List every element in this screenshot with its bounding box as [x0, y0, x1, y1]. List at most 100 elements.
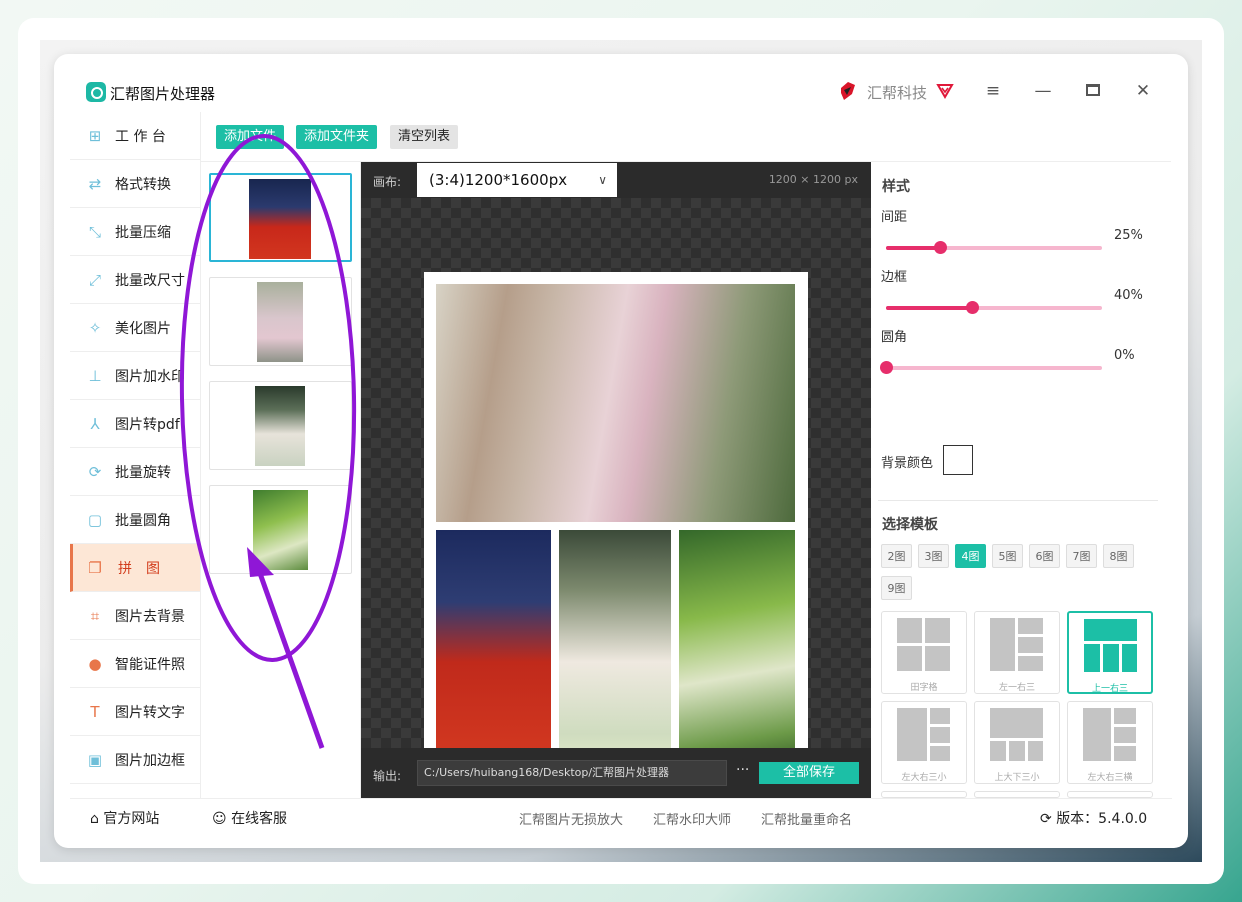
spacing-label: 间距 [881, 210, 908, 225]
home-icon: ⌂ [90, 811, 99, 827]
minimize-icon[interactable]: — [1032, 80, 1054, 102]
template-row3-b[interactable] [974, 791, 1060, 798]
sidebar-item-remove-bg[interactable]: ⌗ 图片去背景 [70, 592, 200, 640]
sidebar-item-compress[interactable]: ⤡ 批量压缩 [70, 208, 200, 256]
collage-photo-left[interactable] [436, 530, 551, 770]
collage-photo-right[interactable] [679, 530, 795, 770]
spacing-slider[interactable] [886, 241, 1102, 254]
template-grid[interactable]: 田字格 [881, 611, 967, 694]
sidebar-item-label: 图片转文字 [115, 704, 185, 721]
support-label: 在线客服 [231, 811, 288, 827]
corner-slider[interactable] [880, 361, 1102, 374]
border-slider-fill [886, 306, 973, 310]
footer-link-watermark[interactable]: 汇帮水印大师 [653, 809, 731, 828]
sidebar-item-label: 批量圆角 [115, 512, 171, 529]
version-info[interactable]: ⟳ 版本：5.4.0.0 [1040, 808, 1147, 828]
bg-color-swatch[interactable] [943, 445, 973, 475]
template-top1-right3[interactable]: 上一右三 [1067, 611, 1153, 694]
panel-divider [878, 500, 1158, 501]
list-item[interactable] [209, 277, 352, 366]
sidebar: ⊞ 工 作 台 ⇄ 格式转换 ⤡ 批量压缩 ⤢ 批量改尺寸 ✧ 美化图片 ⊥ 图片加水印 ⅄… [70, 112, 201, 798]
template-top-big-bottom3-small[interactable]: 上大下三小 [974, 701, 1060, 784]
rotate-icon: ⟳ [88, 463, 102, 481]
sidebar-item-rotate[interactable]: ⟳ 批量旋转 [70, 448, 200, 496]
count-9-button[interactable]: 9图 [881, 576, 912, 600]
template-name: 上大下三小 [994, 773, 1040, 783]
sidebar-item-frame[interactable]: ▣ 图片加边框 [70, 736, 200, 784]
title-bar: 汇帮图片处理器 汇帮科技 ≡ — ✕ [54, 54, 1188, 112]
template-left1-right3[interactable]: 左一右三 [974, 611, 1060, 694]
close-icon[interactable]: ✕ [1132, 80, 1154, 102]
vip-icon[interactable] [936, 81, 954, 99]
image-list [201, 162, 361, 798]
template-left-big-right3-small[interactable]: 左大右三小 [881, 701, 967, 784]
sidebar-item-watermark[interactable]: ⊥ 图片加水印 [70, 352, 200, 400]
template-name: 左大右三小 [901, 773, 947, 783]
sidebar-item-round-corner[interactable]: ▢ 批量圆角 [70, 496, 200, 544]
corner-slider-knob[interactable] [880, 361, 893, 374]
collage-photo-top[interactable] [436, 284, 795, 522]
sidebar-item-label: 图片转pdf [115, 416, 180, 433]
sidebar-item-resize[interactable]: ⤢ 批量改尺寸 [70, 256, 200, 304]
round-corner-icon: ▢ [87, 511, 103, 529]
count-2-button[interactable]: 2图 [881, 544, 912, 568]
sidebar-item-id-photo[interactable]: ● 智能证件照 [70, 640, 200, 688]
watermark-icon: ⊥ [88, 367, 102, 385]
template-name: 左一右三 [998, 683, 1035, 693]
count-8-button[interactable]: 8图 [1103, 544, 1134, 568]
output-path-field[interactable]: C:/Users/huibang168/Desktop/汇帮图片处理器 [417, 760, 727, 786]
maximize-icon[interactable] [1082, 80, 1104, 102]
template-row3-a[interactable] [881, 791, 967, 798]
sidebar-item-label: 图片加水印 [115, 368, 185, 385]
template-left-big-right3-horizontal[interactable]: 左大右三横 [1067, 701, 1153, 784]
canvas-size-select[interactable]: (3:4)1200*1600px ∨ [417, 163, 617, 197]
support-link[interactable]: ☺ 在线客服 [212, 808, 287, 828]
website-label: 官方网站 [103, 811, 160, 827]
sidebar-item-label: 格式转换 [115, 176, 171, 193]
add-folder-button[interactable]: 添加文件夹 [296, 125, 378, 149]
count-4-button[interactable]: 4图 [955, 544, 986, 568]
support-icon: ☺ [212, 811, 227, 827]
output-bar: 输出: C:/Users/huibang168/Desktop/汇帮图片处理器 … [361, 748, 871, 798]
sidebar-item-label: 批量压缩 [115, 224, 171, 241]
count-7-button[interactable]: 7图 [1066, 544, 1097, 568]
save-all-button[interactable]: 全部保存 [759, 762, 859, 784]
style-title: 样式 [882, 179, 910, 195]
template-row3-c[interactable] [1067, 791, 1153, 798]
count-3-button[interactable]: 3图 [918, 544, 949, 568]
style-panel: 样式 间距 25% 边框 40% 圆角 0% 背景颜色 选择模板 2图 3图 4… [872, 162, 1172, 798]
border-slider[interactable] [886, 301, 1102, 314]
sidebar-item-workbench[interactable]: ⊞ 工 作 台 [70, 112, 200, 160]
text-icon: T [90, 703, 100, 721]
website-link[interactable]: ⌂ 官方网站 [90, 808, 159, 828]
clear-list-button[interactable]: 清空列表 [390, 125, 459, 149]
template-left-big-right3-small-icon [897, 708, 950, 761]
template-name: 田字格 [910, 683, 938, 693]
sidebar-item-format-convert[interactable]: ⇄ 格式转换 [70, 160, 200, 208]
sidebar-item-collage[interactable]: ❐ 拼 图 [70, 544, 200, 592]
sidebar-item-label: 美化图片 [115, 320, 171, 337]
count-6-button[interactable]: 6图 [1029, 544, 1060, 568]
add-file-button[interactable]: 添加文件 [216, 125, 285, 149]
collage-photo-middle[interactable] [559, 530, 671, 770]
menu-icon[interactable]: ≡ [982, 80, 1004, 102]
border-slider-knob[interactable] [966, 301, 980, 314]
footer-link-rename[interactable]: 汇帮批量重命名 [761, 809, 852, 828]
list-item[interactable] [209, 173, 352, 262]
sidebar-item-to-pdf[interactable]: ⅄ 图片转pdf [70, 400, 200, 448]
list-item[interactable] [209, 381, 352, 470]
spacing-value: 25% [1114, 228, 1143, 243]
border-label: 边框 [881, 270, 908, 285]
sidebar-item-to-text[interactable]: T 图片转文字 [70, 688, 200, 736]
count-5-button[interactable]: 5图 [992, 544, 1023, 568]
thumbnail-image [249, 179, 311, 259]
spacing-slider-knob[interactable] [934, 241, 947, 254]
sidebar-item-label: 批量改尺寸 [115, 272, 185, 289]
pdf-icon: ⅄ [90, 415, 100, 433]
list-item[interactable] [209, 485, 352, 574]
footer-link-upscale[interactable]: 汇帮图片无损放大 [519, 809, 623, 828]
more-options-button[interactable]: ··· [736, 762, 749, 778]
template-name: 上一右三 [1091, 684, 1128, 694]
crop-icon: ⌗ [90, 607, 100, 625]
sidebar-item-beautify[interactable]: ✧ 美化图片 [70, 304, 200, 352]
